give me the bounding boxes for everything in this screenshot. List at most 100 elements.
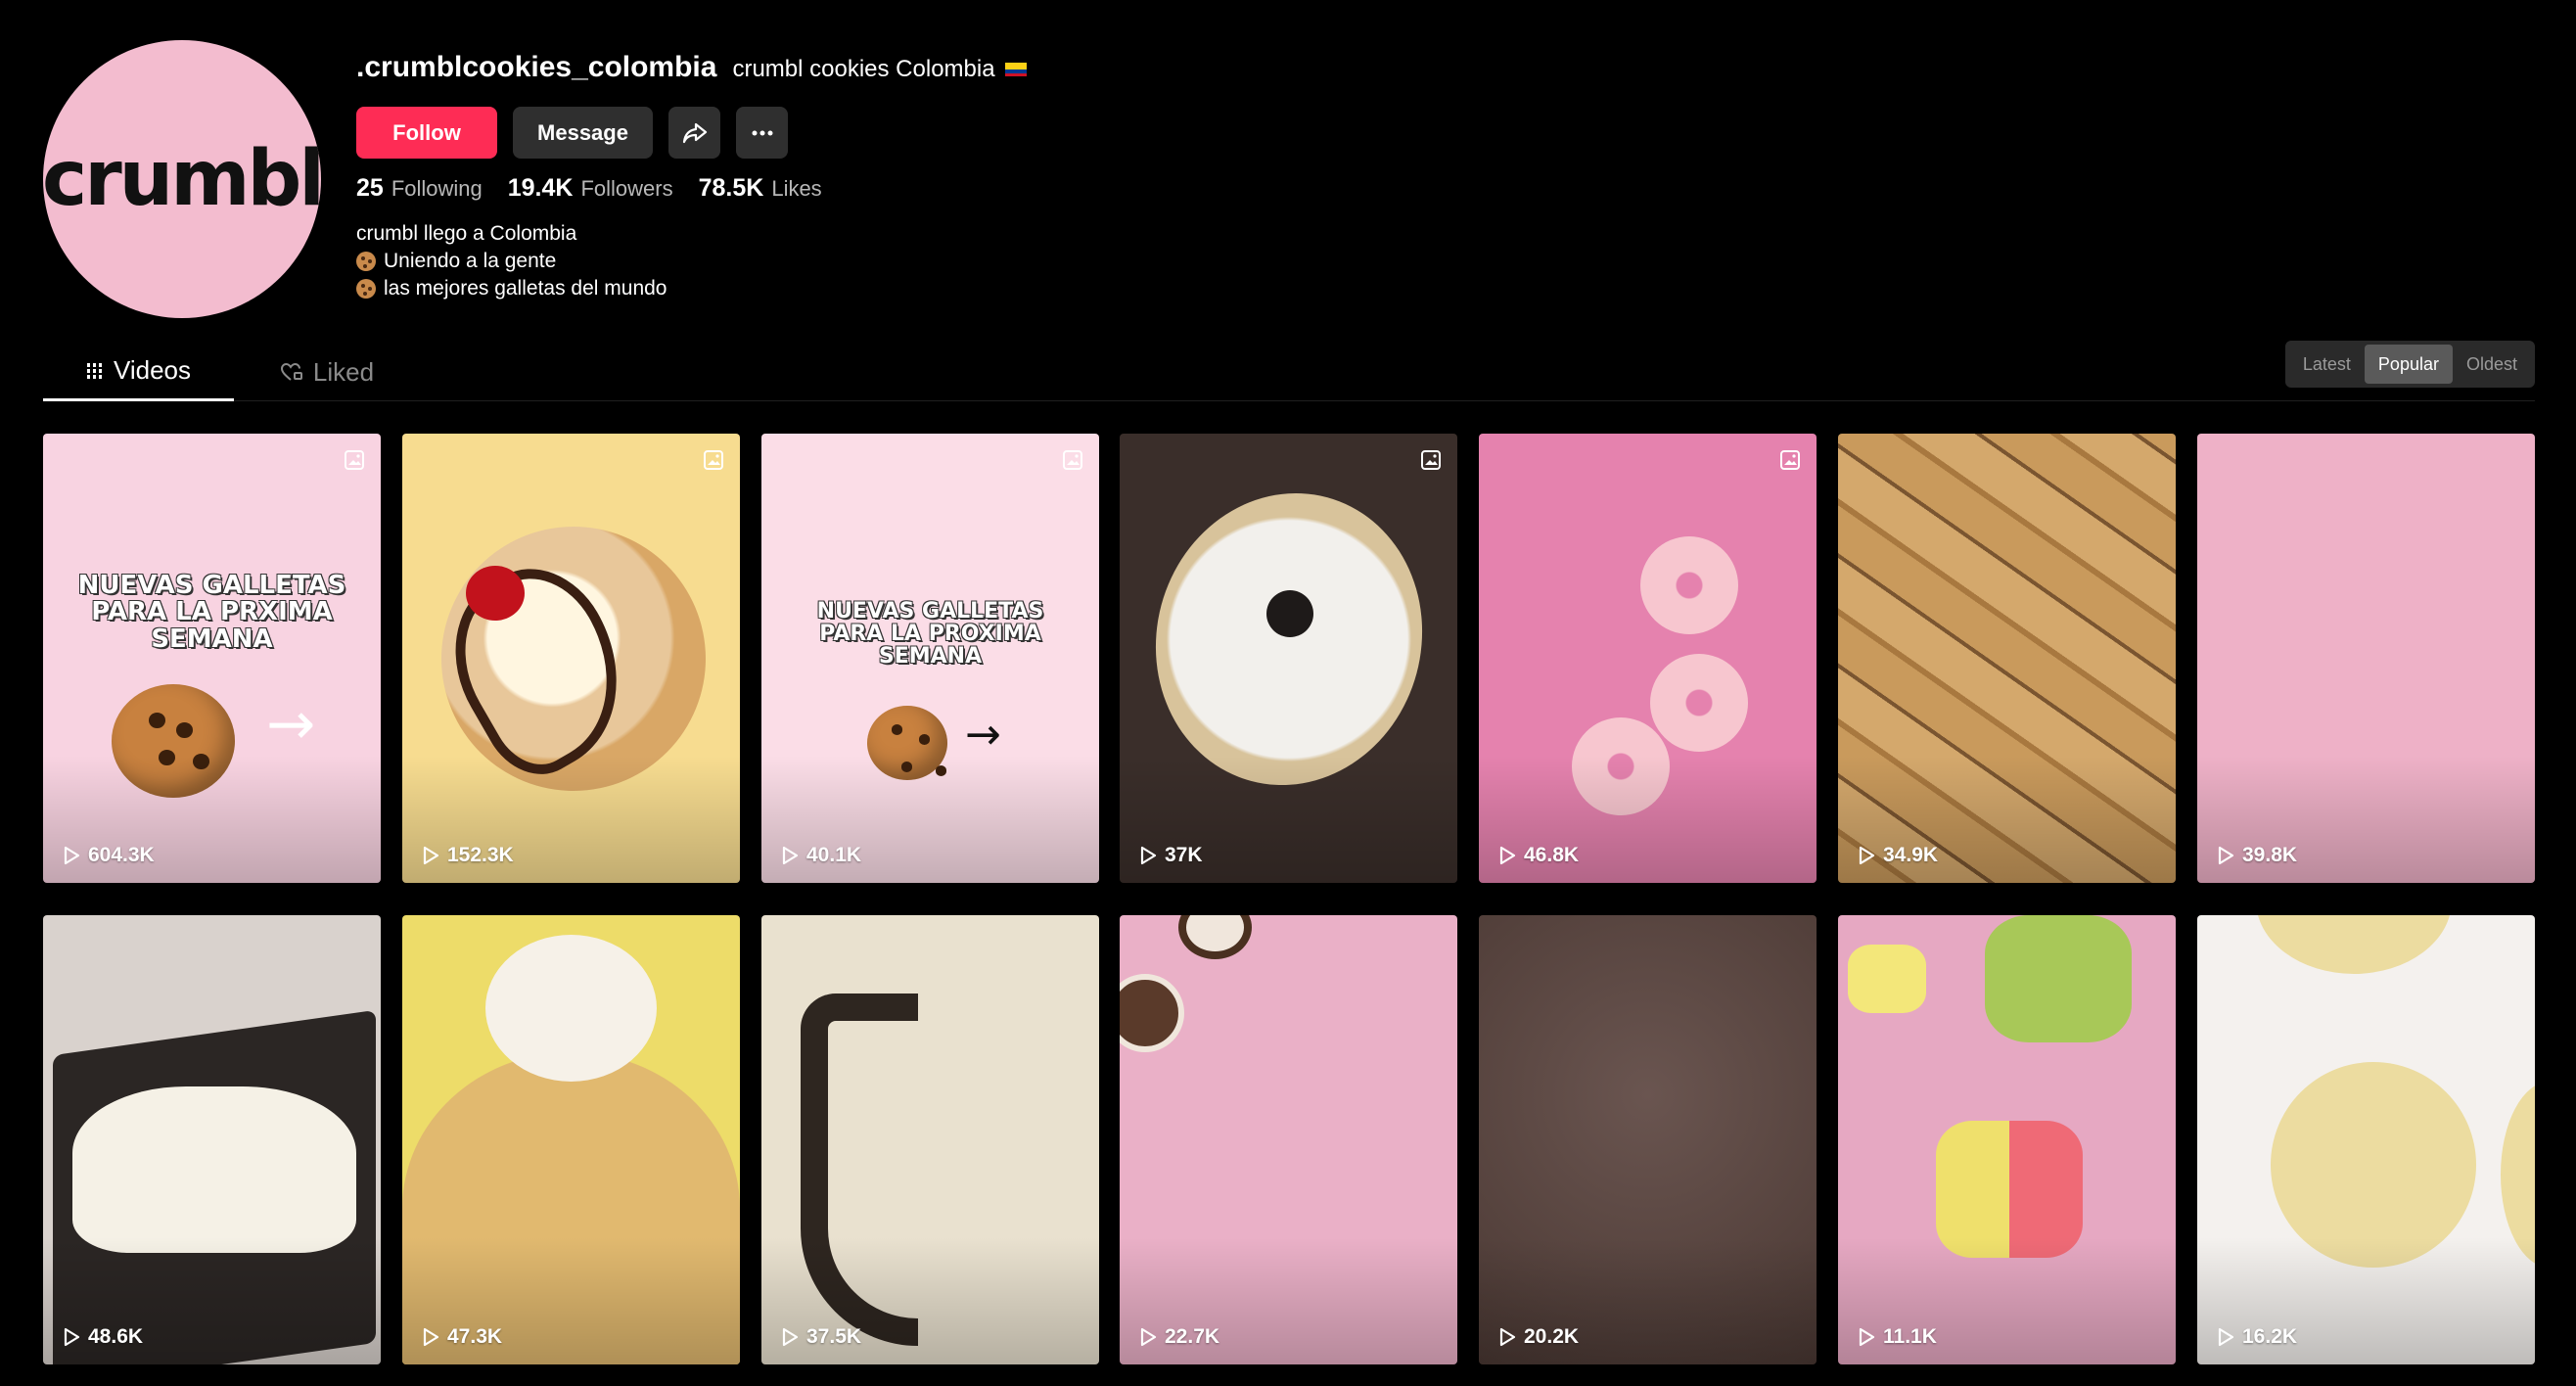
view-count: 37.5K (781, 1325, 861, 1349)
stat-followers[interactable]: 19.4K Followers (508, 174, 673, 203)
gallery-icon (1421, 450, 1441, 470)
stat-label: Followers (580, 176, 673, 201)
bio-line: crumbl llego a Colombia (356, 220, 667, 248)
nickname-wrap: crumbl cookies Colombia (732, 56, 1027, 83)
more-icon (752, 130, 772, 135)
nickname: crumbl cookies Colombia (732, 56, 995, 82)
view-count-text: 47.3K (447, 1325, 503, 1348)
view-count: 20.2K (1498, 1325, 1579, 1349)
view-count-text: 39.8K (2242, 844, 2298, 866)
video-card[interactable]: 47.3K (402, 915, 740, 1364)
view-count-text: 604.3K (88, 844, 155, 866)
video-card[interactable]: 48.6K (43, 915, 381, 1364)
play-icon (2218, 1327, 2234, 1347)
bio-text: las mejores galletas del mundo (384, 277, 667, 300)
gallery-icon (1780, 450, 1800, 470)
view-count-text: 34.9K (1883, 844, 1939, 866)
video-card[interactable]: 152.3K (402, 434, 740, 883)
arrow-image: → (266, 690, 316, 759)
sort-toggle: Latest Popular Oldest (2284, 341, 2535, 388)
video-card[interactable]: 20.2K (1479, 915, 1817, 1364)
view-count: 47.3K (422, 1325, 502, 1349)
stat-label: Following (391, 176, 483, 201)
username: .crumblcookies_colombia (356, 51, 717, 83)
video-card[interactable]: 34.9K (1838, 434, 2176, 883)
grid-icon (86, 362, 102, 379)
play-icon (64, 1327, 80, 1347)
profile-page: crumbl .crumblcookies_colombia crumbl co… (0, 0, 2576, 1386)
view-count-text: 37K (1165, 844, 1203, 866)
video-card[interactable]: NUEVAS GALLETAS PARA LA PROXIMA SEMANA →… (761, 434, 1099, 883)
stat-likes: 78.5K Likes (699, 174, 822, 203)
frosting-image (72, 1086, 356, 1253)
donut-cookie-image (1640, 536, 1738, 634)
play-icon (1859, 1327, 1875, 1347)
view-count-text: 37.5K (806, 1325, 862, 1348)
view-count-text: 20.2K (1524, 1325, 1580, 1348)
view-count: 37K (1139, 844, 1203, 867)
bio-line: Uniendo a la gente (356, 248, 667, 275)
video-card[interactable]: NUEVAS GALLETAS PARA LA PRXIMA SEMANA → … (43, 434, 381, 883)
play-icon (2218, 846, 2234, 865)
play-icon (423, 846, 439, 865)
share-icon (682, 122, 707, 143)
profile-stats: 25 Following 19.4K Followers 78.5K Likes (356, 174, 822, 203)
oreo-image (1266, 590, 1313, 637)
tab-videos[interactable]: Videos (43, 343, 234, 401)
video-card[interactable]: 37.5K (761, 915, 1099, 1364)
sort-latest[interactable]: Latest (2289, 345, 2365, 384)
video-card[interactable]: 11.1K (1838, 915, 2176, 1364)
view-count-text: 46.8K (1524, 844, 1580, 866)
sort-oldest[interactable]: Oldest (2453, 345, 2531, 384)
more-options-button[interactable] (736, 107, 788, 159)
view-count: 604.3K (63, 844, 155, 867)
play-icon (1140, 846, 1157, 865)
play-icon (1499, 846, 1516, 865)
mini-cookie-image (1178, 915, 1252, 959)
action-buttons: Follow Message (356, 107, 788, 159)
ice-cream-image (485, 935, 657, 1082)
view-count: 11.1K (1858, 1325, 1937, 1349)
bio-text: Uniendo a la gente (384, 250, 557, 272)
bio-line: las mejores galletas del mundo (356, 275, 667, 302)
heart-lock-icon (280, 362, 302, 381)
tab-label: Liked (312, 356, 375, 387)
share-button[interactable] (668, 107, 720, 159)
view-count: 39.8K (2217, 844, 2297, 867)
stat-value: 78.5K (698, 174, 764, 202)
avatar-logo: crumbl (43, 135, 321, 223)
video-overlay-text: NUEVAS GALLETAS PARA LA PRXIMA SEMANA (77, 571, 346, 654)
play-icon (1499, 1327, 1516, 1347)
video-card[interactable]: 46.8K (1479, 434, 1817, 883)
play-icon (1140, 1327, 1157, 1347)
bio-text: crumbl llego a Colombia (356, 222, 577, 245)
avatar[interactable]: crumbl (43, 40, 321, 318)
donut-cookie-image (1650, 654, 1748, 752)
gallery-icon (704, 450, 723, 470)
video-card[interactable]: 16.2K (2197, 915, 2535, 1364)
mini-cookie-image (1120, 974, 1184, 1052)
view-count: 16.2K (2217, 1325, 2297, 1349)
view-count-text: 40.1K (806, 844, 862, 866)
gallery-icon (345, 450, 364, 470)
play-icon (64, 846, 80, 865)
marshmallow-image (1848, 945, 1926, 1013)
video-card[interactable]: 37K (1120, 434, 1457, 883)
view-count-text: 22.7K (1165, 1325, 1220, 1348)
video-card[interactable]: 22.7K (1120, 915, 1457, 1364)
sugar-cookie-image (2256, 915, 2452, 974)
message-button[interactable]: Message (513, 107, 653, 159)
view-count: 48.6K (63, 1325, 143, 1349)
bio: crumbl llego a Colombia Uniendo a la gen… (356, 220, 667, 302)
play-icon (782, 1327, 799, 1347)
follow-button[interactable]: Follow (356, 107, 497, 159)
view-count: 22.7K (1139, 1325, 1219, 1349)
view-count-text: 48.6K (88, 1325, 144, 1348)
cookie-icon (356, 279, 376, 299)
video-card[interactable]: 39.8K (2197, 434, 2535, 883)
view-count-text: 152.3K (447, 844, 514, 866)
stat-following[interactable]: 25 Following (356, 174, 483, 203)
sort-popular[interactable]: Popular (2364, 345, 2453, 384)
marshmallow-image (1985, 915, 2132, 1042)
tab-liked[interactable]: Liked (258, 343, 395, 401)
